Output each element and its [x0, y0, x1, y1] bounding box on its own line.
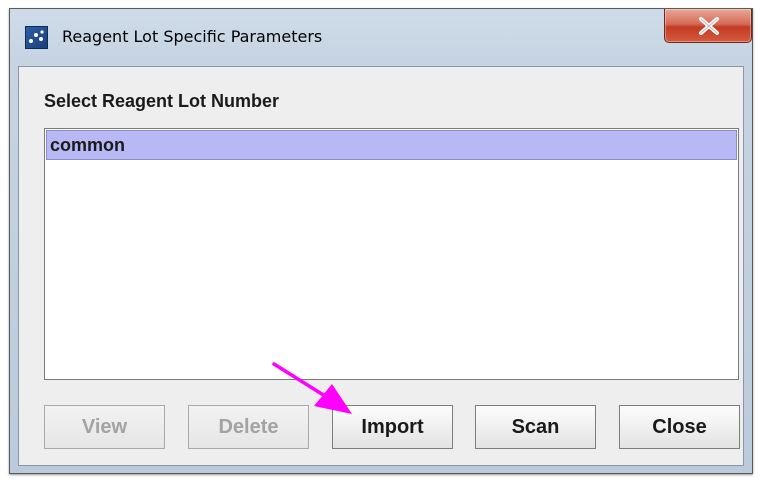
view-button[interactable]: View: [44, 405, 165, 449]
dialog-content: Select Reagent Lot Number common View De…: [18, 66, 744, 466]
window-title: Reagent Lot Specific Parameters: [62, 27, 323, 46]
reagent-lot-list[interactable]: common: [44, 128, 739, 380]
section-label: Select Reagent Lot Number: [44, 91, 280, 111]
annotation-arrow: [272, 362, 352, 414]
title-bar[interactable]: Reagent Lot Specific Parameters: [10, 9, 752, 65]
window-close-button[interactable]: [664, 9, 752, 43]
app-icon: [25, 26, 48, 49]
close-icon: [699, 17, 719, 35]
list-item[interactable]: common: [46, 130, 737, 160]
dialog-window: Reagent Lot Specific Parameters Select R…: [9, 8, 753, 474]
scan-button[interactable]: Scan: [475, 405, 596, 449]
close-button[interactable]: Close: [619, 405, 740, 449]
